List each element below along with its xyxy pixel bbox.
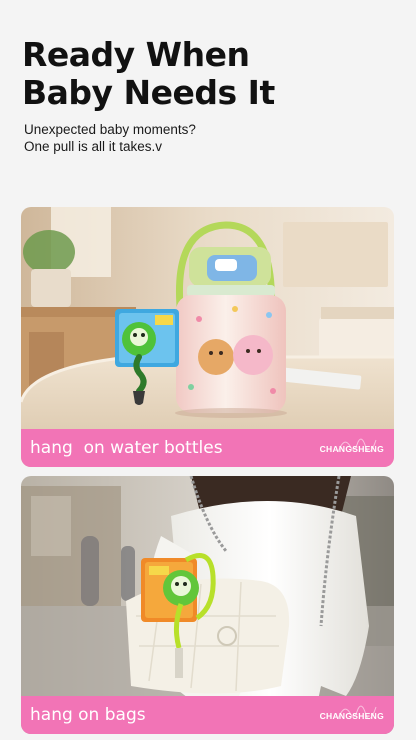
subtitle-line-1: Unexpected baby moments? (24, 122, 196, 137)
title-line-1: Ready When (22, 35, 250, 74)
title-line-2: Baby Needs It (22, 73, 275, 112)
card-caption: hang on bags (30, 705, 146, 725)
brand-label: CHANGSHENG (319, 711, 384, 721)
card-caption: hang on water bottles (30, 438, 223, 458)
subtitle-line-2: One pull is all it takes.v (24, 139, 163, 154)
bag-card: hang on bags CHANGSHENG (21, 476, 394, 734)
page-subtitle: Unexpected baby moments? One pull is all… (24, 121, 402, 155)
page-title: Ready When Baby Needs It (22, 36, 402, 112)
brand-label: CHANGSHENG (319, 444, 384, 454)
water-bottle-photo (21, 207, 394, 467)
water-bottle-card: hang on water bottles CHANGSHENG (21, 207, 394, 467)
hero-section: Ready When Baby Needs It Unexpected baby… (22, 36, 402, 155)
